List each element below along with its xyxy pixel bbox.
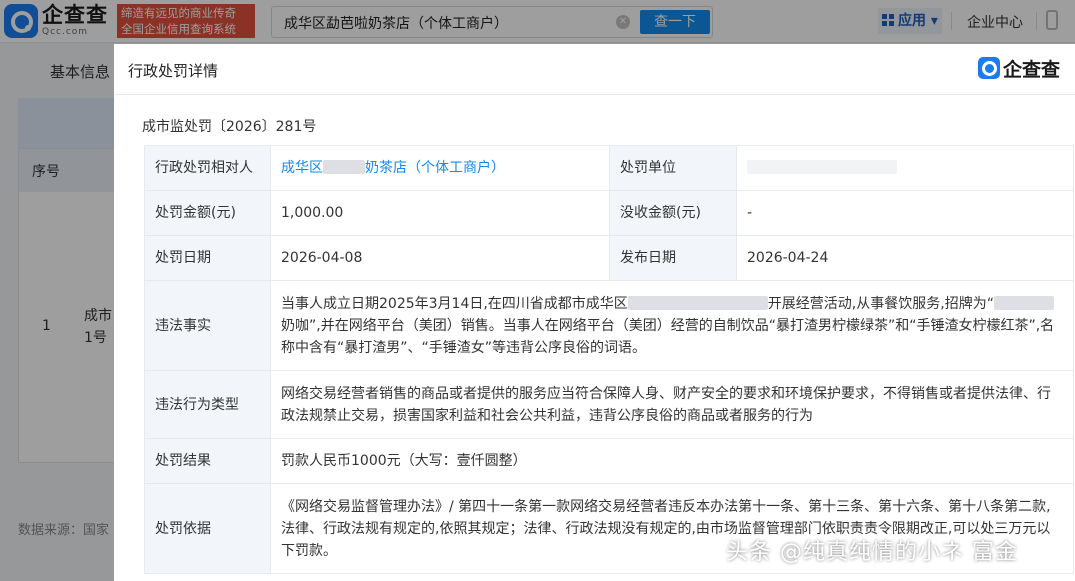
table-row: 违法行为类型 网络交易经营者销售的商品或者提供的服务应当符合保障人身、财产安全的… <box>144 370 1074 439</box>
publish-value: 2026-04-24 <box>736 235 1074 281</box>
facts-key: 违法事实 <box>144 280 271 371</box>
confiscate-value: - <box>736 190 1074 236</box>
table-row: 处罚日期 2026-04-08 发布日期 2026-04-24 <box>144 235 1074 281</box>
modal-logo: 企查查 <box>978 54 1060 82</box>
party-key: 行政处罚相对人 <box>144 145 271 191</box>
redacted-block <box>627 295 768 310</box>
result-key: 处罚结果 <box>144 438 271 484</box>
party-value[interactable]: 成华区 奶茶店（个体工商户） <box>270 145 610 191</box>
type-key: 违法行为类型 <box>144 370 271 439</box>
basis-key: 处罚依据 <box>144 483 271 574</box>
redacted-block <box>323 160 365 174</box>
party-prefix: 成华区 <box>281 160 323 176</box>
qcc-logo-icon <box>978 57 1000 79</box>
party-link[interactable]: 成华区 奶茶店（个体工商户） <box>281 160 505 176</box>
type-value: 网络交易经营者销售的商品或者提供的服务应当符合保障人身、财产安全的要求和环境保护… <box>270 370 1074 439</box>
facts-value: 当事人成立日期2025年3月14日,在四川省成都市成华区 开展经营活动,从事餐饮服… <box>270 280 1074 371</box>
table-row: 处罚结果 罚款人民币1000元（大写：壹仟圆整） <box>144 438 1074 484</box>
confiscate-key: 没收金额(元) <box>609 190 737 236</box>
amount-key: 处罚金额(元) <box>144 190 271 236</box>
redacted-block <box>993 295 1054 310</box>
watermark: 头条 @纯真纯情的小ネ 富金 <box>726 540 1018 565</box>
table-row: 处罚金额(元) 1,000.00 没收金额(元) - <box>144 190 1074 236</box>
amount-value: 1,000.00 <box>270 190 610 236</box>
facts-text-1: 当事人成立日期2025年3月14日,在四川省成都市成华区 <box>281 295 628 312</box>
date-value: 2026-04-08 <box>270 235 610 281</box>
unit-key: 处罚单位 <box>609 145 737 191</box>
penalty-detail-table: 行政处罚相对人 成华区 奶茶店（个体工商户） 处罚单位 处罚金额(元) 1,000… <box>144 145 1074 574</box>
modal-logo-text: 企查查 <box>1003 58 1061 81</box>
publish-key: 发布日期 <box>609 235 737 281</box>
facts-text-3: 奶咖”,并在网络平台（美团）销售。当事人在网络平台（美团）经营的自制饮品“暴打渣… <box>281 317 1055 356</box>
table-row: 行政处罚相对人 成华区 奶茶店（个体工商户） 处罚单位 <box>144 145 1074 191</box>
result-value: 罚款人民币1000元（大写：壹仟圆整） <box>270 438 1074 484</box>
modal-header: 行政处罚详情 企查查 <box>114 44 1075 95</box>
penalty-detail-modal: 行政处罚详情 企查查 成市监处罚〔2026〕281号 行政处罚相对人 成华区 奶茶… <box>114 44 1075 581</box>
redacted-block <box>747 160 897 174</box>
party-suffix: 奶茶店（个体工商户） <box>365 160 505 176</box>
unit-value <box>736 145 1074 191</box>
modal-title: 行政处罚详情 <box>128 62 219 80</box>
case-number: 成市监处罚〔2026〕281号 <box>142 119 317 135</box>
table-row: 违法事实 当事人成立日期2025年3月14日,在四川省成都市成华区 开展经营活动,… <box>144 280 1074 371</box>
facts-text-2: 开展经营活动,从事餐饮服务,招牌为“ <box>767 295 994 312</box>
date-key: 处罚日期 <box>144 235 271 281</box>
